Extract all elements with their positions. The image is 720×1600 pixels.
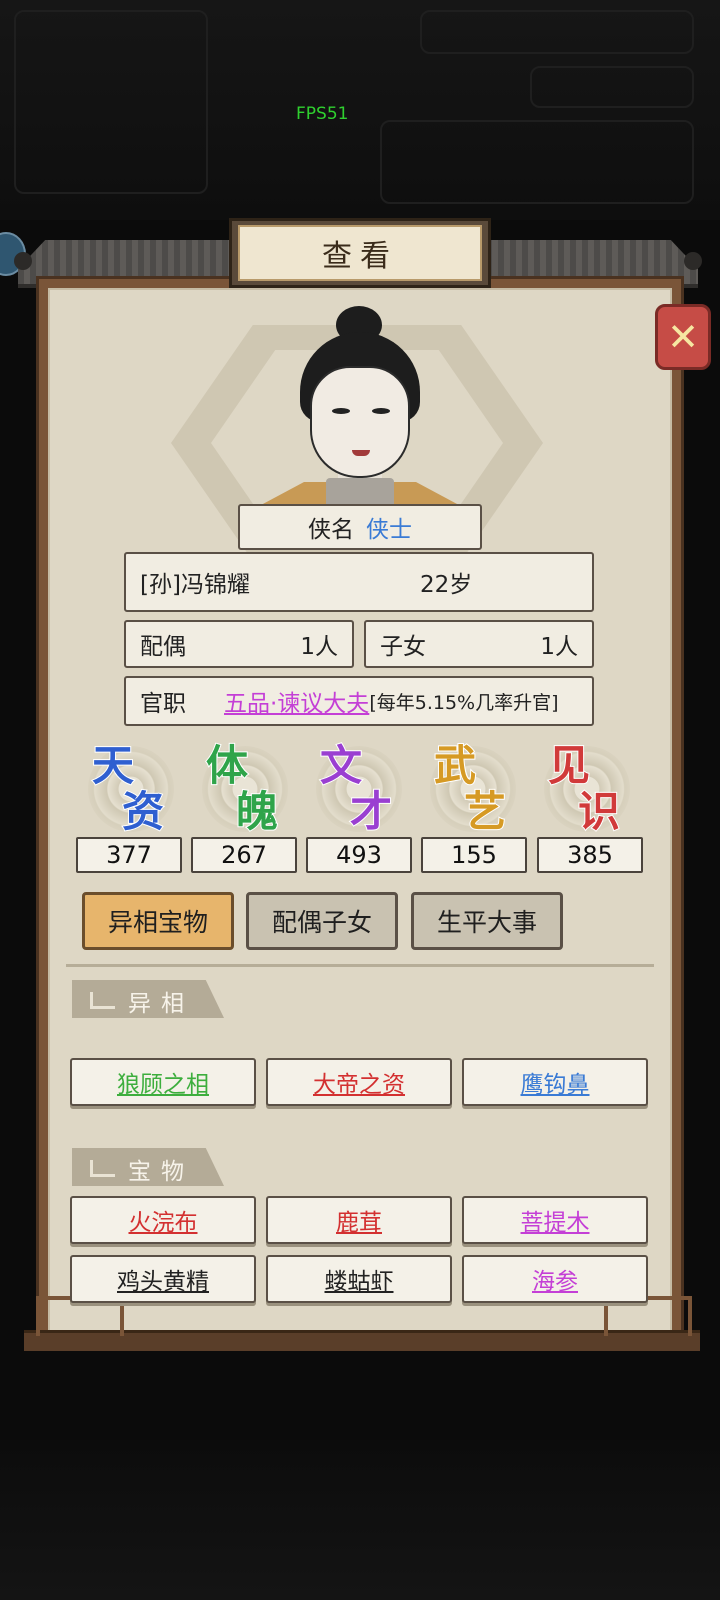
background-panel (380, 120, 694, 204)
background-bottom (0, 1440, 720, 1600)
section-title: 宝物 (128, 1159, 194, 1185)
treasure-item[interactable]: 菩提木 (462, 1196, 648, 1244)
office-promotion-note: [每年5.15%几率升官] (369, 691, 559, 714)
stat-value: 385 (537, 837, 643, 873)
close-icon: ✕ (667, 315, 699, 359)
roof-tip-left (14, 252, 32, 270)
character-portrait (248, 306, 472, 512)
person-age: 22岁 (419, 572, 473, 598)
background-panel (420, 10, 694, 54)
section-title: 异相 (128, 991, 194, 1017)
stat-char: 魄 (235, 786, 279, 837)
tab-life-events[interactable]: 生平大事 (411, 892, 563, 950)
title-name-box: 侠名 侠士 (238, 504, 482, 550)
treasure-item[interactable]: 海参 (462, 1255, 648, 1303)
spouse-label: 配偶 (140, 634, 186, 660)
title-name-label: 侠名 (308, 517, 354, 543)
divider (66, 964, 654, 967)
stat-value: 377 (76, 837, 182, 873)
section-pattern-icon (90, 1160, 115, 1177)
title-plaque: 查看 (229, 218, 491, 288)
treasure-item[interactable]: 鸡头黄精 (70, 1255, 256, 1303)
tab-traits-treasures[interactable]: 异相宝物 (82, 892, 234, 950)
office-label: 官职 (140, 691, 186, 717)
title-name-value: 侠士 (366, 517, 412, 543)
children-info: 子女 1人 (364, 620, 594, 668)
office-rank-link[interactable]: 五品·谏议大夫 (224, 684, 369, 718)
background-panel (14, 10, 208, 194)
trait-item[interactable]: 鹰钩鼻 (462, 1058, 648, 1106)
stat-literacy: 文 才 (308, 740, 404, 837)
stat-char: 识 (577, 786, 621, 837)
stat-value: 155 (421, 837, 527, 873)
fps-counter: FPS51 (296, 104, 349, 124)
section-header-traits: 异相 (72, 980, 224, 1018)
stat-value: 493 (306, 837, 412, 873)
trait-item[interactable]: 狼顾之相 (70, 1058, 256, 1106)
portrait-eye (332, 408, 350, 414)
spouse-count: 1人 (300, 634, 338, 660)
tab-spouse-children[interactable]: 配偶子女 (246, 892, 398, 950)
person-info: [孙]冯锦耀 22岁 (124, 552, 594, 612)
roof-tip-right (684, 252, 702, 270)
page-title: 查看 (238, 225, 482, 281)
person-name: [孙]冯锦耀 (140, 572, 250, 598)
spouse-info: 配偶 1人 (124, 620, 354, 668)
treasure-item[interactable]: 鹿茸 (266, 1196, 452, 1244)
stat-char: 才 (349, 786, 393, 837)
stat-physique: 体 魄 (194, 740, 290, 837)
stat-martial: 武 艺 (422, 740, 518, 837)
section-header-treasures: 宝物 (72, 1148, 224, 1186)
treasure-item[interactable]: 火浣布 (70, 1196, 256, 1244)
stat-value: 267 (191, 837, 297, 873)
portrait-eye (372, 408, 390, 414)
background-panel (530, 66, 694, 108)
office-info: 官职 五品·谏议大夫 [每年5.15%几率升官] (124, 676, 594, 726)
portrait-face (310, 366, 410, 478)
close-button[interactable]: ✕ (655, 304, 711, 370)
children-count: 1人 (540, 634, 578, 660)
section-pattern-icon (90, 992, 115, 1009)
stat-talent: 天 资 (80, 740, 176, 837)
stat-char: 资 (121, 786, 165, 837)
stat-knowledge: 见 识 (536, 740, 632, 837)
trait-item[interactable]: 大帝之资 (266, 1058, 452, 1106)
treasure-item[interactable]: 蝼蛄虾 (266, 1255, 452, 1303)
stat-char: 艺 (463, 786, 507, 837)
portrait-mouth (352, 450, 370, 456)
children-label: 子女 (380, 634, 426, 660)
frame-bottom (24, 1330, 700, 1351)
